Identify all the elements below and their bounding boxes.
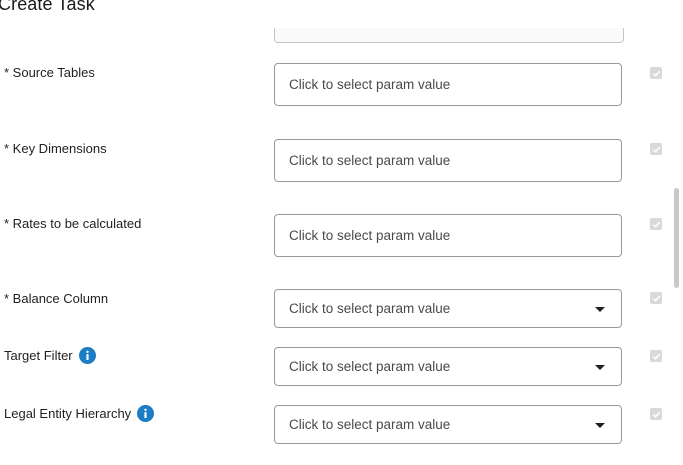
checkmark-icon bbox=[652, 146, 660, 153]
checkmark-icon bbox=[652, 295, 660, 302]
legal-entity-hierarchy-select[interactable]: Click to select param value bbox=[274, 405, 622, 444]
checkmark-icon bbox=[652, 411, 660, 418]
balance-column-checkbox[interactable] bbox=[650, 292, 662, 304]
checkmark-icon bbox=[652, 70, 660, 77]
rates-to-be-calculated-label-text: * Rates to be calculated bbox=[4, 216, 142, 231]
rates-to-be-calculated-checkbox[interactable] bbox=[650, 218, 662, 230]
rates-to-be-calculated-label: * Rates to be calculated bbox=[4, 216, 141, 231]
target-filter-checkbox[interactable] bbox=[650, 350, 662, 362]
source-tables-placeholder: Click to select param value bbox=[289, 77, 451, 92]
rates-to-be-calculated-placeholder: Click to select param value bbox=[289, 228, 451, 243]
target-filter-label: Target Filter bbox=[4, 347, 96, 364]
target-filter-placeholder: Click to select param value bbox=[289, 359, 451, 374]
balance-column-label-text: * Balance Column bbox=[4, 291, 109, 306]
rates-to-be-calculated-input[interactable]: Click to select param value bbox=[274, 214, 622, 257]
legal-entity-hierarchy-checkbox[interactable] bbox=[650, 408, 662, 420]
info-circle-icon[interactable] bbox=[137, 405, 155, 422]
key-dimensions-input[interactable]: Click to select param value bbox=[274, 139, 622, 182]
caret-down-icon bbox=[595, 422, 605, 428]
source-tables-label-text: * Source Tables bbox=[4, 65, 95, 80]
caret-down-icon bbox=[595, 364, 605, 370]
target-filter-label-text: Target Filter bbox=[4, 348, 73, 363]
key-dimensions-label: * Key Dimensions bbox=[4, 141, 107, 156]
source-tables-input[interactable]: Click to select param value bbox=[274, 63, 622, 106]
previous-field-bottom-edge[interactable] bbox=[274, 28, 624, 43]
legal-entity-hierarchy-label-text: Legal Entity Hierarchy bbox=[4, 406, 132, 421]
source-tables-label: * Source Tables bbox=[4, 65, 95, 80]
key-dimensions-label-text: * Key Dimensions bbox=[4, 141, 107, 156]
checkmark-icon bbox=[652, 353, 660, 360]
source-tables-checkbox[interactable] bbox=[650, 67, 662, 79]
info-circle-icon[interactable] bbox=[78, 347, 96, 364]
balance-column-select[interactable]: Click to select param value bbox=[274, 289, 622, 328]
balance-column-label: * Balance Column bbox=[4, 291, 108, 306]
scrollbar-thumb[interactable] bbox=[674, 188, 679, 288]
key-dimensions-placeholder: Click to select param value bbox=[289, 153, 451, 168]
key-dimensions-checkbox[interactable] bbox=[650, 143, 662, 155]
balance-column-placeholder: Click to select param value bbox=[289, 301, 451, 316]
dialog-title: Create Task bbox=[0, 0, 95, 14]
caret-down-icon bbox=[595, 306, 605, 312]
target-filter-select[interactable]: Click to select param value bbox=[274, 347, 622, 386]
legal-entity-hierarchy-label: Legal Entity Hierarchy bbox=[4, 405, 155, 422]
legal-entity-hierarchy-placeholder: Click to select param value bbox=[289, 417, 451, 432]
checkmark-icon bbox=[652, 221, 660, 228]
